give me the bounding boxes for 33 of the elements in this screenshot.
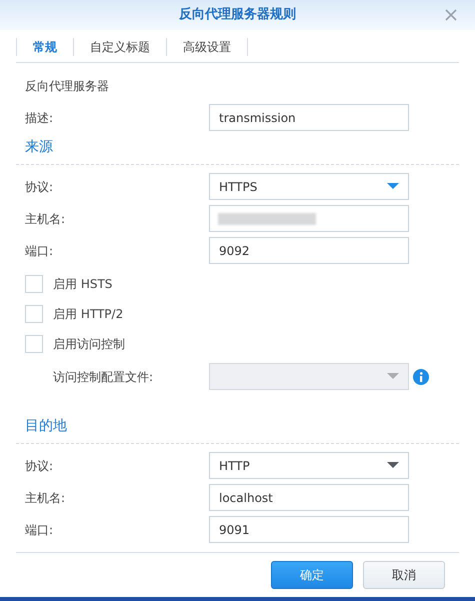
input-field[interactable] xyxy=(209,205,409,232)
tab[interactable]: 高级设置 xyxy=(167,38,248,56)
close-icon[interactable] xyxy=(445,9,457,21)
checkbox-label: 启用 HSTS xyxy=(53,276,112,293)
tab[interactable]: 自定义标题 xyxy=(74,38,167,56)
checkbox-label: 启用访问控制 xyxy=(53,336,125,353)
input-field[interactable]: transmission xyxy=(209,104,409,131)
field-label: 访问控制配置文件: xyxy=(53,368,154,386)
field-label: 描述: xyxy=(25,110,54,126)
field-label: 端口: xyxy=(25,242,54,260)
input-field[interactable]: localhost xyxy=(209,484,409,511)
window-title: 反向代理服务器规则 xyxy=(179,6,296,24)
checkbox-label: 启用 HTTP/2 xyxy=(53,306,124,323)
caret-icon xyxy=(387,462,399,469)
checkbox[interactable] xyxy=(25,275,43,293)
field-label: 协议: xyxy=(25,458,54,474)
caret-icon xyxy=(387,373,399,380)
input-field[interactable]: 9092 xyxy=(209,237,409,264)
field-label: 协议: xyxy=(25,178,54,196)
input-field[interactable]: 9091 xyxy=(209,516,409,543)
field-label: 主机名: xyxy=(25,490,66,506)
caret-icon xyxy=(387,183,399,190)
section-heading: 来源 xyxy=(25,138,54,157)
dropdown[interactable]: HTTP xyxy=(209,452,409,479)
tab[interactable]: 常规 xyxy=(16,38,74,56)
dropdown[interactable]: HTTPS xyxy=(209,173,409,200)
section-label: 反向代理服务器 xyxy=(25,78,110,95)
field-label: 端口: xyxy=(25,522,54,538)
section-heading: 目的地 xyxy=(25,417,68,436)
cancel-button[interactable]: 取消 xyxy=(363,561,445,589)
checkbox[interactable] xyxy=(25,335,43,353)
checkbox[interactable] xyxy=(25,305,43,323)
field-label: 主机名: xyxy=(25,210,66,228)
